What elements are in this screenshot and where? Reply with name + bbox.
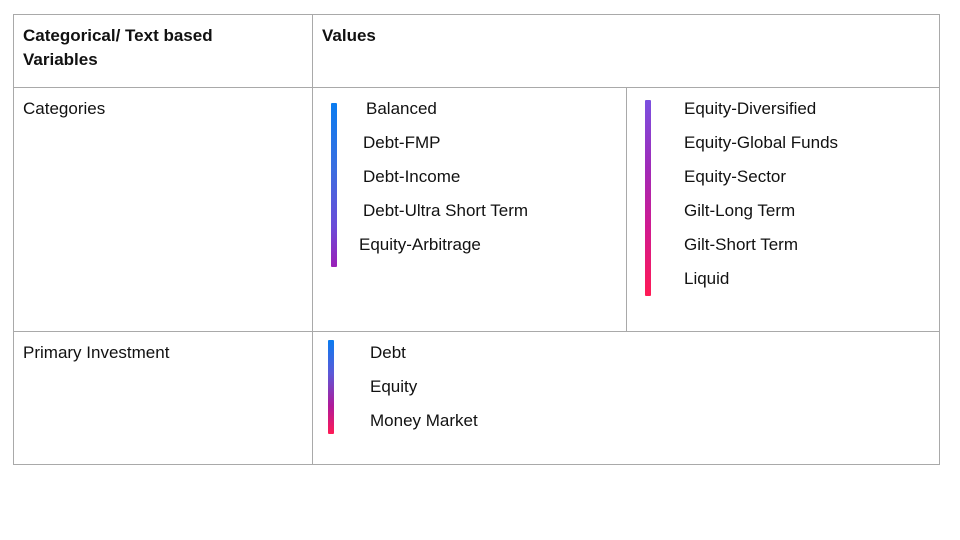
gradient-bar-primary — [328, 340, 334, 434]
row-label-categories: Categories — [23, 99, 106, 118]
list-item: Equity-Arbitrage — [359, 235, 481, 254]
list-item: Equity — [370, 377, 418, 396]
row-divider-header — [14, 87, 939, 88]
list-item: Debt-FMP — [363, 133, 441, 152]
list-item: Debt-Income — [363, 167, 461, 186]
list-item: Debt — [370, 343, 406, 362]
values-subdivider — [626, 88, 627, 332]
list-item: Equity-Sector — [684, 167, 787, 186]
row-label-primary-investment: Primary Investment — [23, 343, 170, 362]
gradient-bar-left — [331, 103, 337, 267]
header-values: Values — [322, 26, 376, 45]
list-item: Debt-Ultra Short Term — [363, 201, 529, 220]
gradient-bar-right — [645, 100, 651, 296]
header-variables: Categorical/ Text based Variables — [23, 26, 213, 69]
list-item: Balanced — [366, 99, 437, 118]
list-item: Equity-Diversified — [684, 99, 817, 118]
column-divider — [312, 15, 313, 464]
list-item: Equity-Global Funds — [684, 133, 839, 152]
list-item: Money Market — [370, 411, 478, 430]
row-divider-categories — [14, 331, 939, 332]
list-item: Gilt-Long Term — [684, 201, 796, 220]
list-item: Gilt-Short Term — [684, 235, 798, 254]
list-item: Liquid — [684, 269, 730, 288]
data-table: Categorical/ Text based Variables Values… — [13, 14, 940, 465]
